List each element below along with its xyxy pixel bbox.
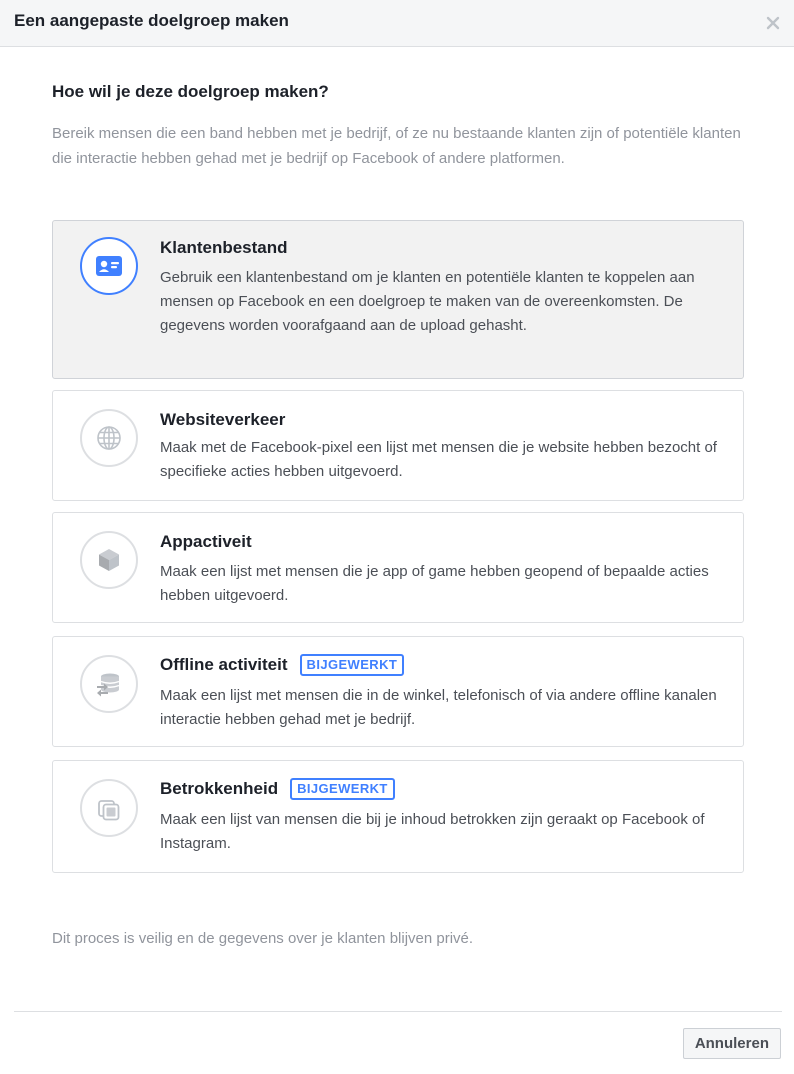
stacked-posts-icon [80, 779, 138, 837]
option-title: Betrokkenheid BIJGEWERKT [160, 778, 395, 800]
option-title: Websiteverkeer [160, 410, 286, 429]
close-icon[interactable] [764, 14, 782, 32]
question-heading: Hoe wil je deze doelgroep maken? [52, 82, 329, 101]
intro-text: Bereik mensen die een band hebben met je… [52, 125, 741, 167]
cube-icon [80, 531, 138, 589]
privacy-note: Dit proces is veilig en de gegevens over… [52, 930, 474, 947]
option-betrokkenheid[interactable]: Betrokkenheid BIJGEWERKT Maak een lijst … [52, 760, 744, 873]
option-klantenbestand[interactable]: Klantenbestand Gebruik een klantenbestan… [52, 220, 744, 379]
option-description: Maak een lijst met mensen die je app of … [160, 563, 709, 604]
option-description: Maak met de Facebook-pixel een lijst met… [160, 439, 717, 480]
option-title: Klantenbestand [160, 238, 288, 257]
cancel-button[interactable]: Annuleren [682, 1028, 781, 1059]
option-websiteverkeer[interactable]: Websiteverkeer Maak met de Facebook-pixe… [52, 390, 744, 501]
option-title: Offline activiteit BIJGEWERKT [160, 654, 405, 676]
dialog-header: Een aangepaste doelgroep maken [0, 0, 794, 47]
option-title: Appactiveit [160, 532, 252, 551]
database-sync-icon [80, 655, 138, 713]
contact-card-icon [80, 237, 138, 295]
option-offline-activiteit[interactable]: Offline activiteit BIJGEWERKT Maak een l… [52, 636, 744, 747]
updated-badge: BIJGEWERKT [299, 654, 405, 676]
option-description: Maak een lijst met mensen die in de wink… [160, 687, 717, 728]
option-description: Maak een lijst van mensen die bij je inh… [160, 811, 705, 852]
updated-badge: BIJGEWERKT [290, 778, 395, 800]
option-appactiveit[interactable]: Appactiveit Maak een lijst met mensen di… [52, 512, 744, 623]
footer-divider [14, 1011, 782, 1012]
dialog-title: Een aangepaste doelgroep maken [14, 11, 289, 30]
globe-icon [80, 409, 138, 467]
option-description: Gebruik een klantenbestand om je klanten… [160, 269, 695, 334]
